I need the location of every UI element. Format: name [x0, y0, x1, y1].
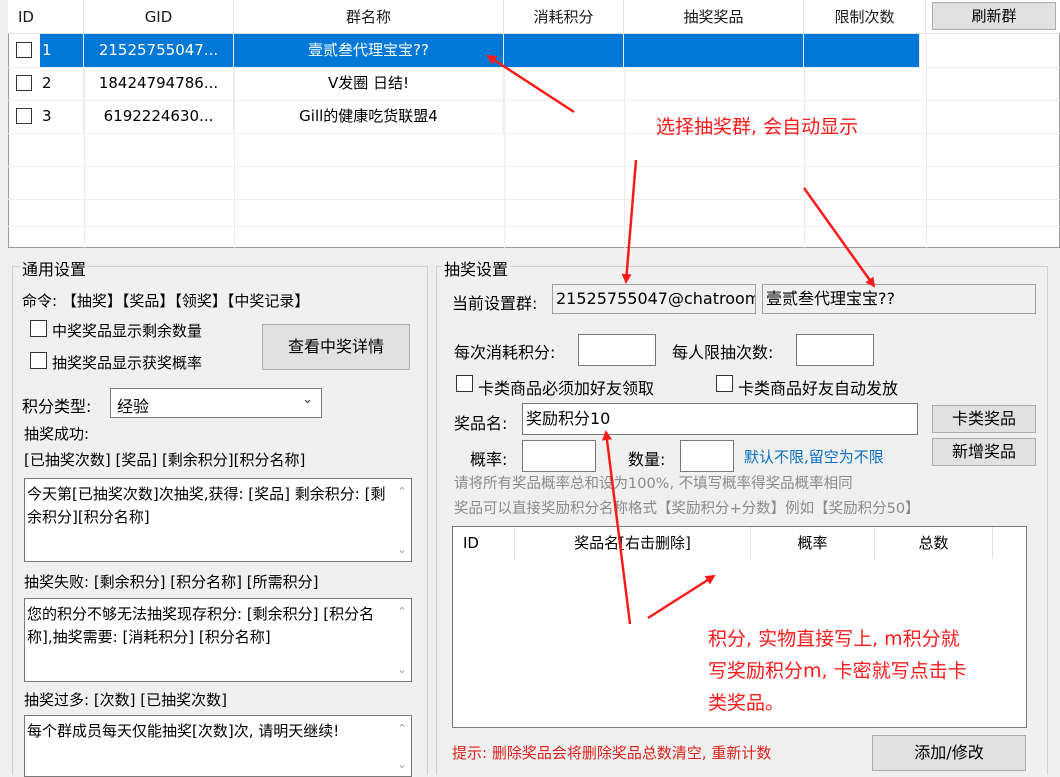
- prize-name-input[interactable]: 奖励积分10: [522, 403, 918, 435]
- row-checkbox[interactable]: [16, 42, 32, 58]
- row-id: 1: [40, 34, 84, 67]
- scroll-down-icon[interactable]: ⌄: [395, 758, 409, 772]
- success-vars: [已抽奖次数] [奖品] [剩余积分][积分名称]: [24, 451, 306, 469]
- per-user-limit-label: 每人限抽次数:: [672, 343, 774, 362]
- too-many-message-text: 每个群成员每天仅能抽奖[次数]次, 请明天继续!: [27, 722, 340, 740]
- general-settings-title: 通用设置: [20, 256, 89, 280]
- row-group-name: V发圈 日结!: [234, 67, 504, 100]
- annotation-points-line2: 写奖励积分m, 卡密就写点击卡: [708, 660, 967, 682]
- fail-message-textarea[interactable]: 您的积分不够无法抽奖现存积分: [剩余积分] [积分名称],抽奖需要: [消耗积…: [24, 598, 412, 682]
- row-prize: [624, 34, 804, 67]
- annotation-select-group: 选择抽奖群, 会自动显示: [656, 116, 859, 138]
- scroll-up-icon[interactable]: ⌃: [395, 485, 409, 499]
- card-auto-send-checkbox[interactable]: [716, 375, 733, 392]
- current-group-label: 当前设置群:: [452, 294, 538, 313]
- prize-col-name[interactable]: 奖品名[右击删除]: [515, 527, 751, 559]
- col-cost-points[interactable]: 消耗积分: [504, 0, 624, 34]
- fail-label: 抽奖失败: [剩余积分] [积分名称] [所需积分]: [24, 573, 319, 591]
- col-id[interactable]: ID: [8, 0, 84, 34]
- group-table-header: ID GID 群名称 消耗积分 抽奖奖品 限制次数 刷新群: [8, 0, 1060, 34]
- scroll-down-icon[interactable]: ⌄: [395, 543, 409, 557]
- points-type-select[interactable]: 经验 ⌄: [110, 388, 322, 418]
- success-message-textarea[interactable]: 今天第[已抽奖次数]次抽奖,获得: [奖品] 剩余积分: [剩余积分][积分名称…: [24, 478, 412, 562]
- points-type-value: 经验: [117, 397, 150, 416]
- row-checkbox[interactable]: [16, 75, 32, 91]
- row-id: 3: [40, 100, 84, 133]
- points-type-label: 积分类型:: [22, 397, 92, 416]
- add-prize-button[interactable]: 新增奖品: [932, 438, 1036, 466]
- probability-input[interactable]: [522, 440, 596, 472]
- too-many-label: 抽奖过多: [次数] [已抽奖次数]: [24, 691, 227, 709]
- commands-label: 命令: 【抽奖】【奖品】【领奖】【中奖记录】: [22, 292, 310, 310]
- card-friend-required-label[interactable]: 卡类商品必须加好友领取: [478, 375, 654, 399]
- per-user-limit-input[interactable]: [796, 334, 874, 366]
- col-gid[interactable]: GID: [84, 0, 234, 34]
- scrollbar[interactable]: ⌃ ⌄: [393, 599, 411, 681]
- quantity-input[interactable]: [680, 440, 734, 472]
- table-row[interactable]: 1 21525755047... 壹贰叁代理宝宝??: [8, 34, 920, 67]
- col-limit[interactable]: 限制次数: [804, 0, 926, 34]
- cost-points-label: 每次消耗积分:: [454, 343, 556, 362]
- refresh-groups-button[interactable]: 刷新群: [932, 2, 1056, 30]
- lottery-settings-title: 抽奖设置: [442, 256, 511, 280]
- scroll-down-icon[interactable]: ⌄: [395, 663, 409, 677]
- prize-name-label: 奖品名:: [454, 414, 508, 433]
- points-format-note: 奖品可以直接奖励积分名称格式【奖励积分+分数】例如【奖励积分50】: [454, 501, 920, 517]
- row-checkbox[interactable]: [16, 108, 32, 124]
- add-modify-button[interactable]: 添加/修改: [872, 735, 1026, 771]
- default-unlimited-hint: 默认不限,留空为不限: [744, 448, 884, 466]
- cost-points-input[interactable]: [578, 334, 656, 366]
- scrollbar[interactable]: ⌃ ⌄: [393, 716, 411, 776]
- prize-col-total[interactable]: 总数: [875, 527, 993, 559]
- view-winning-details-button[interactable]: 查看中奖详情: [262, 324, 410, 370]
- show-remaining-checkbox[interactable]: [30, 320, 47, 337]
- success-label: 抽奖成功:: [24, 425, 90, 443]
- delete-prize-tip: 提示: 删除奖品会将删除奖品总数清空, 重新计数: [452, 744, 772, 762]
- scroll-up-icon[interactable]: ⌃: [395, 605, 409, 619]
- show-remaining-label[interactable]: 中奖奖品显示剩余数量: [52, 320, 202, 341]
- show-probability-checkbox[interactable]: [30, 352, 47, 369]
- current-group-name-field: 壹贰叁代理宝宝??: [762, 284, 1036, 314]
- fail-message-text: 您的积分不够无法抽奖现存积分: [剩余积分] [积分名称],抽奖需要: [消耗积…: [27, 605, 375, 646]
- row-group-name: Gill的健康吃货联盟4: [234, 100, 504, 133]
- table-row[interactable]: 2 18424794786... V发圈 日结!: [8, 67, 920, 100]
- show-probability-label[interactable]: 抽奖奖品显示获奖概率: [52, 352, 202, 373]
- too-many-message-textarea[interactable]: 每个群成员每天仅能抽奖[次数]次, 请明天继续! ⌃ ⌄: [24, 715, 412, 777]
- col-group-name[interactable]: 群名称: [234, 0, 504, 34]
- scroll-up-icon[interactable]: ⌃: [395, 722, 409, 736]
- row-id: 2: [40, 67, 84, 100]
- quantity-label: 数量:: [628, 450, 666, 469]
- row-limit: [804, 34, 920, 67]
- card-prize-button[interactable]: 卡类奖品: [932, 405, 1036, 433]
- card-auto-send-label[interactable]: 卡类商品好友自动发放: [738, 375, 898, 399]
- probability-note: 请将所有奖品概率总和设为100%, 不填写概率得奖品概率相同: [454, 476, 853, 492]
- annotation-points-line1: 积分, 实物直接写上, m积分就: [708, 628, 960, 650]
- prize-col-id[interactable]: ID: [453, 527, 515, 559]
- current-group-id-field: 21525755047@chatroom: [552, 284, 756, 314]
- col-prize[interactable]: 抽奖奖品: [624, 0, 804, 34]
- annotation-points-line3: 类奖品。: [708, 692, 785, 714]
- prize-col-probability[interactable]: 概率: [751, 527, 875, 559]
- scrollbar[interactable]: ⌃ ⌄: [393, 479, 411, 561]
- row-gid: 21525755047...: [84, 34, 234, 67]
- success-message-text: 今天第[已抽奖次数]次抽奖,获得: [奖品] 剩余积分: [剩余积分][积分名称…: [27, 485, 386, 526]
- probability-label: 概率:: [470, 450, 508, 469]
- row-gid: 6192224630...: [84, 100, 234, 133]
- row-cost: [504, 34, 624, 67]
- chevron-down-icon: ⌄: [302, 392, 313, 407]
- row-gid: 18424794786...: [84, 67, 234, 100]
- row-group-name: 壹贰叁代理宝宝??: [234, 34, 504, 67]
- card-friend-required-checkbox[interactable]: [456, 375, 473, 392]
